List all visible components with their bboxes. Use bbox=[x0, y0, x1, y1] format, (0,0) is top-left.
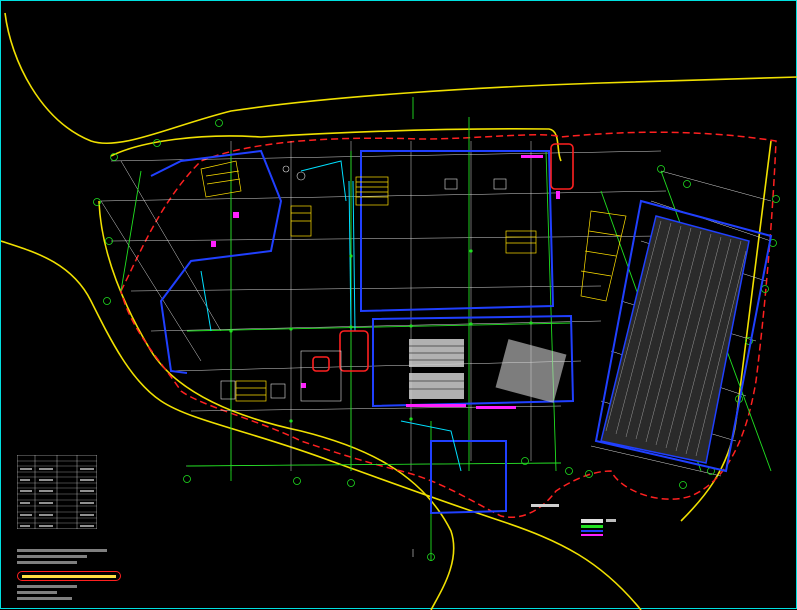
road-edge-top bbox=[4, 12, 797, 145]
drawing-notes bbox=[17, 549, 127, 567]
secondary-lines bbox=[200, 160, 462, 472]
road-edge-inner bbox=[110, 128, 562, 162]
seating bbox=[409, 339, 567, 403]
note-line bbox=[17, 555, 87, 558]
drawing-notes-lower bbox=[17, 585, 97, 603]
drawing-frame bbox=[0, 0, 797, 610]
note-line bbox=[17, 561, 77, 564]
grid-dots bbox=[229, 249, 533, 423]
site-plan bbox=[1, 12, 797, 610]
key-legend bbox=[581, 519, 616, 536]
west-wing-wall bbox=[150, 149, 283, 374]
note-line bbox=[17, 585, 77, 588]
legend-table bbox=[17, 455, 97, 529]
note-line bbox=[17, 597, 72, 600]
south-block-wall bbox=[430, 440, 507, 515]
highlight-boxes bbox=[312, 143, 574, 372]
drawing-title-bar bbox=[531, 504, 559, 507]
note-line bbox=[17, 591, 57, 594]
note-line bbox=[17, 549, 107, 552]
highlighted-note bbox=[17, 571, 121, 581]
